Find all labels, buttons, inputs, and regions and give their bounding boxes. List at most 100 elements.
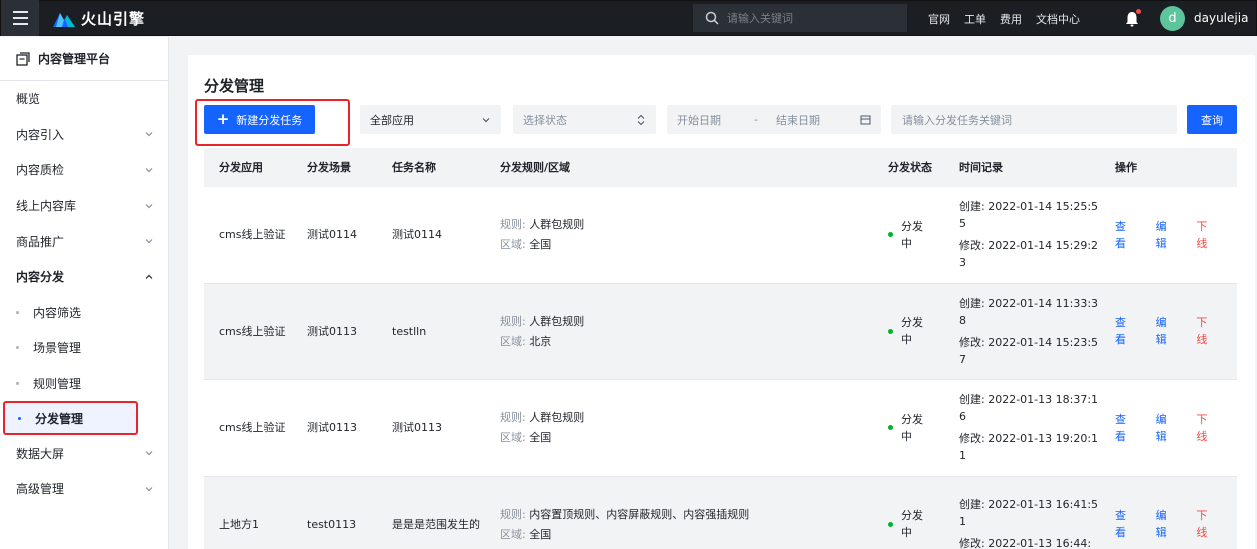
sidebar-item-product-promotion[interactable]: 商品推广 — [0, 223, 168, 259]
view-link[interactable]: 查看 — [1115, 411, 1136, 445]
view-link[interactable]: 查看 — [1115, 314, 1136, 348]
status-text: 分发中 — [901, 412, 923, 443]
rule-key: 规则: — [500, 314, 526, 328]
link-billing[interactable]: 费用 — [1000, 11, 1022, 27]
sidebar-item-content-distribution[interactable]: 内容分发 — [0, 259, 168, 295]
edit-link[interactable]: 编辑 — [1156, 314, 1177, 348]
rule-value: 内容置顶规则、内容屏蔽规则、内容强插规则 — [529, 507, 750, 521]
plus-icon: + — [216, 110, 230, 128]
edit-link[interactable]: 编辑 — [1156, 411, 1177, 445]
cell-ops: 查看 编辑 下线 — [1100, 218, 1237, 252]
bullet-icon — [18, 416, 21, 420]
sidebar-subitem-rule-management[interactable]: 规则管理 — [0, 366, 168, 402]
sidebar-header: 内容管理平台 — [0, 37, 168, 81]
notification-button[interactable] — [1123, 9, 1141, 28]
calendar-icon — [860, 115, 871, 125]
view-link[interactable]: 查看 — [1115, 507, 1136, 541]
cell-status: 分发中 — [873, 507, 944, 541]
edit-link[interactable]: 编辑 — [1156, 218, 1177, 252]
cell-scene: 测试0113 — [307, 324, 357, 338]
chevron-up-icon — [145, 274, 153, 279]
app-select-value: 全部应用 — [370, 113, 414, 127]
sidebar-subitem-distribution-management[interactable]: 分发管理 — [3, 401, 138, 436]
table-row: cms线上验证 测试0113 测试0113 规则: 人群包规则 区域: 全国 分… — [204, 380, 1237, 477]
offline-link[interactable]: 下线 — [1196, 314, 1217, 348]
username[interactable]: dayulejia — [1194, 11, 1248, 25]
sidebar-item-label: 内容分发 — [16, 270, 65, 285]
new-task-button[interactable]: + 新建分发任务 — [204, 105, 315, 134]
region-key: 区域: — [500, 238, 526, 252]
chevron-down-icon — [145, 168, 153, 173]
start-date-input[interactable]: 开始日期 — [677, 112, 721, 128]
column-header-task: 任务名称 — [392, 161, 436, 174]
top-bar: 火山引擎 官网 工单 费用 文档中心 d dayulejia — [0, 0, 1257, 36]
bullet-icon — [16, 346, 19, 350]
cell-status: 分发中 — [873, 411, 944, 445]
chevron-down-icon — [145, 239, 153, 244]
new-task-label: 新建分发任务 — [236, 113, 303, 127]
menu-toggle-button[interactable] — [1, 0, 39, 36]
rule-key: 规则: — [500, 507, 526, 521]
edit-link[interactable]: 编辑 — [1156, 507, 1177, 541]
top-nav-links: 官网 工单 费用 文档中心 — [921, 1, 1087, 37]
sidebar-item-data-screen[interactable]: 数据大屏 — [0, 435, 168, 471]
link-tickets[interactable]: 工单 — [964, 11, 986, 27]
sidebar-subitem-scene-management[interactable]: 场景管理 — [0, 330, 168, 366]
cell-time: 创建: 2022-01-13 16:41:51 修改: 2022-01-13 1… — [944, 496, 1100, 549]
cell-scene: 测试0113 — [307, 421, 357, 435]
rule-key: 规则: — [500, 218, 526, 232]
hamburger-icon — [12, 9, 28, 27]
cell-ops: 查看 编辑 下线 — [1100, 411, 1237, 445]
sidebar-item-online-library[interactable]: 线上内容库 — [0, 188, 168, 224]
offline-link[interactable]: 下线 — [1196, 507, 1217, 541]
status-select-placeholder: 选择状态 — [523, 113, 567, 127]
region-key: 区域: — [500, 431, 526, 445]
link-docs[interactable]: 文档中心 — [1036, 11, 1080, 27]
created-time: 创建: 2022-01-13 18:37:16 — [959, 393, 1099, 424]
table-row: cms线上验证 测试0114 测试0114 规则: 人群包规则 区域: 全国 分发… — [204, 187, 1237, 284]
column-header-app: 分发应用 — [219, 161, 263, 174]
sidebar-subitem-content-filter[interactable]: 内容筛选 — [0, 295, 168, 331]
query-button[interactable]: 查询 — [1187, 105, 1237, 134]
status-text: 分发中 — [901, 509, 923, 540]
chevron-down-icon — [145, 132, 153, 137]
offline-link[interactable]: 下线 — [1196, 218, 1217, 252]
link-official-site[interactable]: 官网 — [928, 11, 950, 27]
status-text: 分发中 — [901, 316, 923, 347]
keyword-input[interactable]: 请输入分发任务关键词 — [891, 105, 1177, 134]
search-input[interactable] — [727, 11, 897, 25]
chevron-down-icon — [145, 203, 153, 208]
platform-icon — [16, 51, 30, 66]
table-header: 分发应用 分发场景 任务名称 分发规则/区域 分发状态 时间记录 操作 — [204, 148, 1237, 187]
sidebar-item-label: 线上内容库 — [16, 199, 77, 214]
cell-time: 创建: 2022-01-13 18:37:16 修改: 2022-01-13 1… — [944, 391, 1100, 464]
status-dot — [888, 521, 893, 527]
view-link[interactable]: 查看 — [1115, 218, 1136, 252]
offline-link[interactable]: 下线 — [1196, 411, 1217, 445]
app-select[interactable]: 全部应用 — [360, 105, 501, 134]
notification-dot — [1136, 9, 1141, 14]
column-header-status: 分发状态 — [888, 161, 932, 174]
sidebar-item-label: 商品推广 — [16, 234, 65, 249]
sidebar-item-content-qc[interactable]: 内容质检 — [0, 152, 168, 188]
sidebar-item-overview[interactable]: 概览 — [0, 81, 168, 117]
cell-scene: test0113 — [307, 517, 357, 531]
sidebar-item-advanced-management[interactable]: 高级管理 — [0, 471, 168, 507]
end-date-input[interactable]: 结束日期 — [776, 112, 820, 128]
cell-rule: 规则: 内容置顶规则、内容屏蔽规则、内容强插规则 区域: 全国 — [485, 506, 873, 543]
cell-task: 是是是范围发生的 — [392, 517, 480, 531]
status-text: 分发中 — [901, 219, 923, 250]
modified-time: 修改: 2022-01-14 15:23:57 — [959, 335, 1099, 366]
sidebar-item-label: 内容质检 — [16, 163, 65, 178]
global-search[interactable] — [693, 4, 907, 32]
avatar[interactable]: d — [1160, 6, 1185, 31]
bullet-icon — [16, 310, 19, 314]
rule-value: 人群包规则 — [529, 411, 585, 425]
region-key: 区域: — [500, 527, 526, 541]
date-range-picker[interactable]: 开始日期 - 结束日期 — [667, 105, 881, 134]
brand-logo[interactable]: 火山引擎 — [53, 8, 145, 29]
status-select[interactable]: 选择状态 — [513, 105, 656, 134]
sidebar-item-content-import[interactable]: 内容引入 — [0, 117, 168, 153]
chevron-down-icon — [145, 451, 153, 456]
created-time: 创建: 2022-01-14 15:25:55 — [959, 200, 1099, 231]
